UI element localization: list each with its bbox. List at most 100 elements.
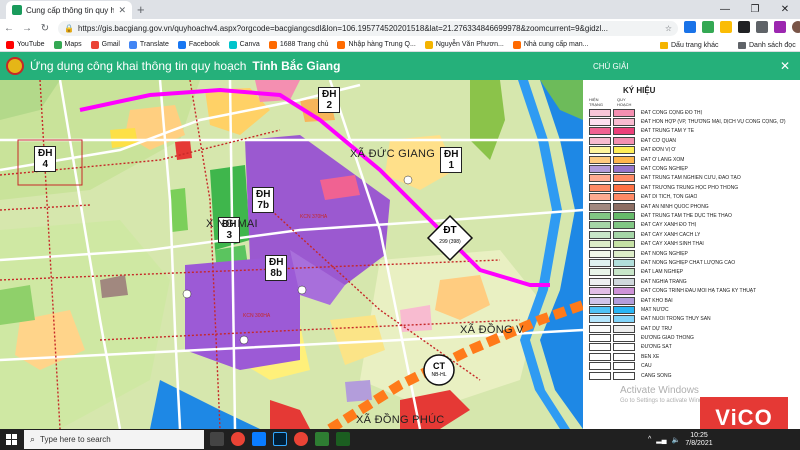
search-placeholder: Type here to search [40,435,111,444]
bookmark-label: Maps [64,41,82,48]
extension-icon[interactable] [702,21,714,33]
bookmark-label: YouTube [17,41,45,48]
zone-label-dh8b[interactable]: ĐH 8b [265,255,288,281]
extension-icon[interactable] [684,21,696,33]
legend-swatch-current [589,165,611,174]
lock-icon[interactable]: 🔒 [64,24,74,33]
legend-item: ĐẤT KHO BÃI [589,296,794,305]
bookmark-label: Danh sách đọc [749,41,796,49]
legend-swatch-planned [613,371,635,380]
planning-map[interactable]: ĐH 2 ĐH 4 ĐH 1 ĐH 7b ĐH 3 ĐH 8b XÃ ĐỨC G… [0,80,583,429]
tab-close-icon[interactable]: ✕ [118,5,126,16]
legend-item: ĐẤT DI TÍCH, TÔN GIÁO [589,193,794,202]
legend-label: ĐƯỜNG SẮT [641,344,672,351]
legend-swatch-current [589,334,611,343]
legend-close-icon[interactable]: ✕ [780,59,790,73]
new-tab-button[interactable]: + [137,2,145,17]
bookmark-item[interactable]: 1688 Trang chủ [268,40,328,49]
bookmark-item[interactable]: Canva [228,40,260,49]
maximize-icon[interactable]: ❐ [740,0,770,19]
legend-swatch-current [589,174,611,183]
legend-label: ĐẤT NÔNG NGHIỆP [641,250,688,257]
legend-swatch-planned [613,174,635,183]
extension-icon[interactable] [738,21,750,33]
chevron-up-icon[interactable]: ^ [648,436,651,443]
legend-swatch-current [589,258,611,267]
browser-tab[interactable]: Cung cấp thông tin quy hoạch Vi ✕ [6,1,132,19]
legend-label: ĐẤT TRUNG TÂM NGHIÊN CỨU, ĐÀO TẠO [641,175,741,182]
taskbar-search[interactable]: ⌕ Type here to search [24,430,204,449]
watermark-line: Activate Windows [620,385,699,396]
photoshop-icon[interactable] [273,432,287,446]
legend-swatch-planned [613,315,635,324]
chrome-icon[interactable] [294,432,308,446]
star-icon[interactable]: ☆ [665,24,672,33]
bookmark-reading-list[interactable]: Danh sách đọc [738,38,796,52]
legend-swatch-current [589,155,611,164]
zone-label-dh1[interactable]: ĐH 1 [440,147,463,173]
legend-header: CHÚ GIẢI ✕ [583,52,800,80]
bookmark-label: Translate [139,41,169,48]
bookmark-other[interactable]: Dấu trang khác [660,38,718,52]
extension-icon[interactable] [774,21,786,33]
legend-swatch-planned [613,324,635,333]
screen: Cung cấp thông tin quy hoạch Vi ✕ + — ❐ … [0,0,800,450]
reading-list-icon [738,41,746,49]
network-icon[interactable]: ▂▄ [656,436,666,444]
bookmark-item[interactable]: Nguyễn Văn Phươn... [424,40,504,49]
legend-item: CẦU [589,362,794,371]
bookmark-label: Dấu trang khác [671,41,719,49]
legend-swatch-current [589,277,611,286]
bookmark-item[interactable]: Maps [53,40,82,49]
legend-item: ĐẤT CÂY XANH SINH THÁI [589,239,794,249]
legend-item: ĐẤT CÂY XANH CÁCH LY [589,230,794,239]
legend-label: ĐẤT ĐƠN VỊ Ở [641,147,676,154]
zone-label-dh2[interactable]: ĐH 2 [318,87,341,113]
bookmark-item[interactable]: Nhà cung cấp man... [512,40,588,49]
window-close-icon[interactable]: ✕ [770,0,800,19]
legend-label: ĐẤT NÔNG NGHIỆP CHẤT LƯỢNG CAO [641,259,736,266]
zone-label-dh4[interactable]: ĐH 4 [34,146,57,172]
bookmark-label: Gmail [101,41,120,48]
legend-label: ĐẤT DI TÍCH, TÔN GIÁO [641,194,698,201]
app-icon[interactable] [315,432,329,446]
legend-label: ĐẤT KHO BÃI [641,297,673,304]
forward-icon[interactable]: → [18,19,36,38]
bookmark-label: Facebook [188,41,220,48]
legend-panel: CHÚ GIẢI ✕ KÝ HIỆU HIỆN TRẠNG QUY HOẠCH … [583,52,800,429]
edge-icon[interactable] [252,432,266,446]
clock[interactable]: 10:25 7/8/2021 [685,432,712,448]
zone-code: ĐH [38,148,53,159]
legend-label: ĐẤT DỰ TRỮ [641,325,673,332]
windows-start-icon[interactable] [0,429,22,450]
bookmark-item[interactable]: Gmail [90,40,120,49]
chrome-icon[interactable] [231,432,245,446]
minimize-icon[interactable]: — [710,0,740,19]
legend-swatch-planned [613,240,635,249]
reload-icon[interactable]: ↻ [36,19,54,38]
avatar[interactable] [792,21,800,33]
zone-label-dh7b[interactable]: ĐH 7b [252,187,275,213]
bookmark-label: Canva [239,41,260,48]
url-text[interactable]: https://gis.bacgiang.gov.vn/quyhoachv4.a… [78,24,661,33]
legend-item: ĐƯỜNG SẮT [589,343,794,352]
back-icon[interactable]: ← [0,19,18,38]
zone-number: 4 [42,159,48,170]
map-canvas[interactable] [0,80,583,429]
volume-icon[interactable]: 🔈 [672,436,681,444]
legend-swatch-planned [613,127,635,136]
bookmark-item[interactable]: YouTube [6,40,45,49]
bookmark-item[interactable]: Facebook [177,40,220,49]
address-bar[interactable]: 🔒 https://gis.bacgiang.gov.vn/quyhoachv4… [58,21,678,36]
legend-swatch-planned [613,277,635,286]
puzzle-icon[interactable] [756,21,768,33]
legend-swatch-planned [613,268,635,277]
extension-icon[interactable] [720,21,732,33]
legend-column-headers: HIỆN TRẠNG QUY HOẠCH [589,97,794,107]
legend-swatch-planned [613,305,635,314]
bookmark-item[interactable]: Translate [128,40,169,49]
col-planned: QUY HOẠCH [617,97,632,107]
task-view-icon[interactable] [210,432,224,446]
bookmark-item[interactable]: Nhập hàng Trung Q... [337,40,416,49]
app-icon[interactable] [336,432,350,446]
